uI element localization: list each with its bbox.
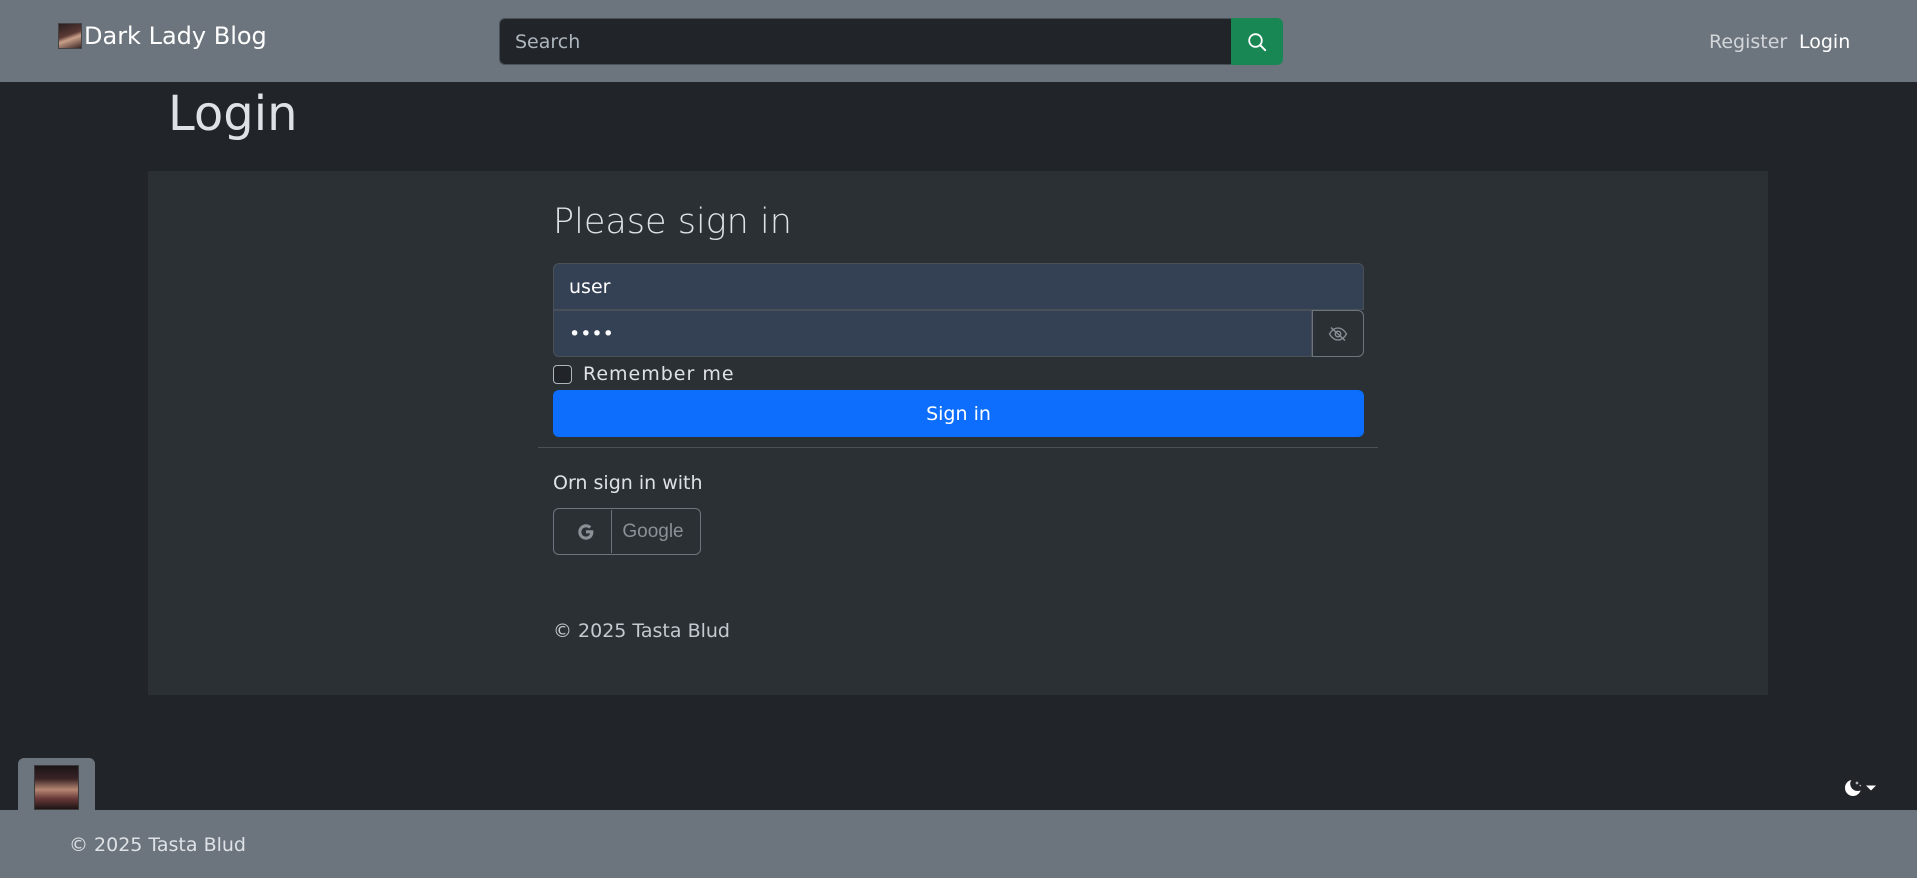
google-icon-box [560, 510, 612, 553]
eye-slash-icon [1328, 326, 1348, 341]
signin-heading: Please sign in [553, 202, 792, 242]
remember-me-label[interactable]: Remember me [583, 363, 735, 385]
password-field[interactable] [553, 310, 1312, 357]
search-form [499, 18, 1283, 65]
page-footer: © 2025 Tasta Blud [0, 810, 1917, 878]
remember-me-row: Remember me [553, 363, 735, 385]
search-input[interactable] [499, 18, 1231, 65]
top-navbar: Dark Lady Blog Register Login [0, 0, 1917, 82]
register-link[interactable]: Register [1709, 31, 1787, 53]
brand-logo-image [58, 23, 82, 49]
google-label: Google [622, 520, 684, 542]
sign-in-button[interactable]: Sign in [553, 390, 1364, 437]
alt-signin-text: Orn sign in with [553, 472, 703, 494]
theme-toggle-button[interactable] [1843, 778, 1877, 798]
page-title: Login [168, 86, 298, 142]
login-link[interactable]: Login [1799, 31, 1850, 53]
search-button[interactable] [1231, 18, 1283, 65]
card-copyright: © 2025 Tasta Blud [553, 620, 730, 642]
search-icon [1248, 32, 1267, 51]
avatar-image [34, 765, 79, 810]
google-icon [577, 523, 593, 540]
moon-stars-icon [1845, 780, 1862, 796]
brand-name: Dark Lady Blog [84, 22, 267, 50]
divider [538, 447, 1378, 448]
footer-copyright: © 2025 Tasta Blud [69, 834, 246, 856]
username-field[interactable] [553, 263, 1364, 310]
password-group [553, 310, 1364, 357]
brand-link[interactable]: Dark Lady Blog [58, 22, 267, 50]
toggle-password-button[interactable] [1312, 310, 1364, 357]
avatar-tab[interactable] [18, 758, 95, 810]
google-signin-button[interactable]: Google [553, 508, 701, 555]
caret-down-icon [1866, 785, 1876, 791]
remember-me-checkbox[interactable] [553, 364, 572, 384]
